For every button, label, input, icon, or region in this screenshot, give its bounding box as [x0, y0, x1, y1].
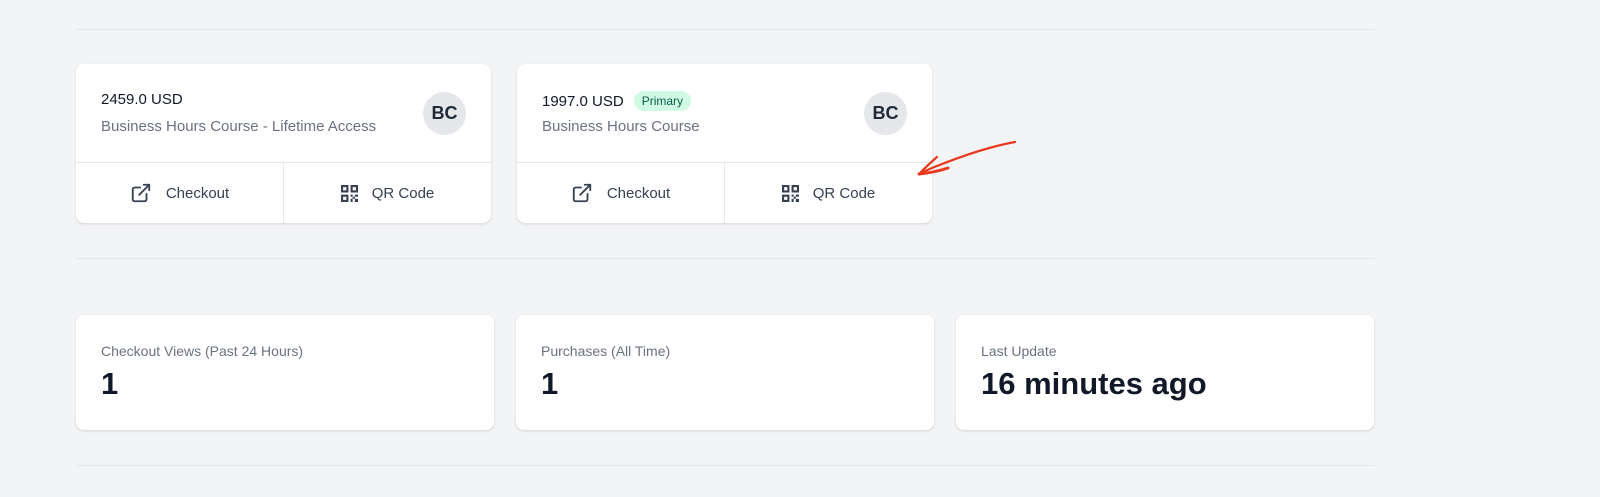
middle-divider — [76, 258, 1375, 259]
avatar: BC — [423, 92, 466, 135]
checkout-label: Checkout — [165, 184, 230, 202]
price-card-header: 1997.0 USD Primary Business Hours Course … — [517, 64, 932, 163]
stat-label: Checkout Views (Past 24 Hours) — [101, 343, 304, 359]
external-link-icon — [130, 182, 152, 204]
stat-value: 16 minutes ago — [981, 366, 1207, 401]
stat-label: Purchases (All Time) — [541, 343, 671, 359]
avatar: BC — [864, 92, 907, 135]
checkout-button[interactable]: Checkout — [517, 163, 724, 223]
qr-code-icon — [340, 184, 358, 202]
price-card-lifetime: 2459.0 USD Business Hours Course - Lifet… — [76, 64, 491, 223]
price-amount: 2459.0 USD — [101, 91, 183, 108]
qr-code-label: QR Code — [812, 184, 876, 202]
price-amount: 1997.0 USD Primary — [542, 91, 692, 111]
top-divider — [76, 29, 1375, 30]
qr-code-icon — [781, 184, 799, 202]
price-card-primary: 1997.0 USD Primary Business Hours Course … — [517, 64, 932, 223]
stat-value: 1 — [101, 366, 119, 401]
stat-value: 1 — [541, 366, 559, 401]
checkout-label: Checkout — [606, 184, 671, 202]
primary-badge: Primary — [633, 91, 692, 111]
price-name: Business Hours Course — [542, 118, 700, 135]
price-card-actions: Checkout QR Code — [76, 163, 491, 223]
stat-label: Last Update — [981, 343, 1057, 359]
price-name: Business Hours Course - Lifetime Access — [101, 118, 377, 135]
bottom-divider — [76, 465, 1375, 466]
price-card-header: 2459.0 USD Business Hours Course - Lifet… — [76, 64, 491, 163]
price-card-actions: Checkout QR Code — [517, 163, 932, 223]
qr-code-button[interactable]: QR Code — [283, 163, 491, 223]
checkout-button[interactable]: Checkout — [76, 163, 283, 223]
stat-card-last-update: Last Update 16 minutes ago — [956, 315, 1374, 430]
stat-card-checkout-views: Checkout Views (Past 24 Hours) 1 — [76, 315, 494, 430]
qr-code-button[interactable]: QR Code — [724, 163, 932, 223]
external-link-icon — [571, 182, 593, 204]
qr-code-label: QR Code — [371, 184, 435, 202]
price-amount-text: 1997.0 USD — [542, 93, 624, 110]
red-arrow-annotation — [917, 140, 1017, 176]
stat-card-purchases: Purchases (All Time) 1 — [516, 315, 934, 430]
